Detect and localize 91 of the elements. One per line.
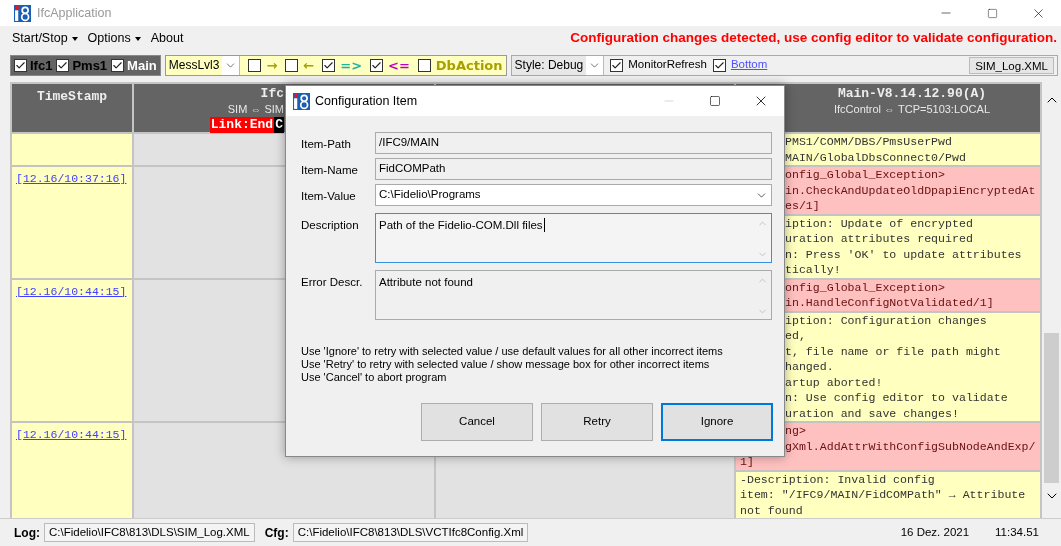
hint-text: Use 'Cancel' to abort program (301, 371, 448, 384)
status-time: 11:34.51 (995, 524, 1039, 540)
dialog-button[interactable]: Cancel (421, 403, 533, 441)
log-line: in.CheckAndUpdateOldDpapiEncryptedAt (785, 182, 1036, 198)
text-area-value: Path of the Fidelio-COM.Dll files (379, 218, 545, 232)
channel-label: Pms1 (72, 58, 108, 72)
dropdown-caret-icon (71, 36, 78, 41)
connection-label: SIM ⇔ SIM (227, 102, 284, 117)
log-line: es/1] (785, 198, 820, 214)
channel-label: Main (127, 58, 157, 72)
log-line: onfig_Global_Exception> (785, 279, 946, 295)
log-line: onfig_Global_Exception> (785, 167, 946, 183)
checkbox[interactable] (111, 58, 125, 72)
field-label: Item-Value (301, 189, 357, 204)
column-title: Ifc (260, 86, 284, 102)
cfg-label: Cfg: (264, 524, 289, 542)
log-line: in.HandleConfigNotValidated/1] (785, 295, 994, 311)
checkbox[interactable] (248, 58, 262, 72)
log-line: ng> (785, 423, 806, 439)
link-status-tag: Link:End (209, 117, 275, 133)
field-label: Item-Path (301, 137, 352, 152)
hint-text: Use 'Retry' to retry with selected value / show message box for other incorrect items (301, 358, 711, 371)
log-line: hanged. (785, 359, 834, 375)
log-label: Log: (14, 524, 40, 542)
log-line: uration and save changes! (785, 405, 959, 421)
checkbox[interactable] (56, 58, 70, 72)
menu-item[interactable]: Options (85, 29, 143, 48)
log-line: gXml.AddAttrWithConfigSubNodeAndExp/ (785, 438, 1036, 454)
timestamp-link[interactable]: [12.16/10:44:15] (16, 284, 127, 298)
app-logo-icon (293, 92, 310, 110)
timestamp-link[interactable]: [12.16/10:44:15] (16, 428, 127, 441)
maximize-icon (709, 95, 721, 107)
style-dropdown[interactable]: Style: Debug (511, 55, 605, 75)
dialog-title: Configuration Item (315, 92, 418, 110)
filter-label: <= (388, 58, 410, 72)
log-line: t, file name or file path might (785, 343, 1001, 359)
log-path-field: C:\Fidelio\IFC8\813\DLS\SIM_Log.XML (44, 522, 255, 543)
field-label: Item-Name (301, 163, 359, 178)
checkbox[interactable] (712, 58, 726, 72)
log-line: artup aborted! (785, 374, 883, 390)
column-title: TimeStamp (36, 88, 108, 106)
log-line: not found (740, 502, 803, 518)
log-line: PMS1/COMM/DBS/PmsUserPwd (785, 134, 952, 150)
log-line: 1] (740, 454, 754, 470)
dropdown-caret-icon (134, 36, 141, 41)
window-title: IfcApplication (37, 4, 112, 22)
alert-message: Configuration changes detected, use config editor to validate configuration. (570, 29, 1057, 48)
filter-label: → (266, 58, 278, 72)
log-file-button[interactable]: SIM_Log.XML (969, 56, 1054, 74)
app-logo-icon (14, 4, 31, 22)
log-line: uration attributes required (785, 231, 973, 247)
filter-label: DbAction (435, 58, 503, 72)
cfg-path-field: C:\Fidelio\IFC8\813\DLS\VCTIfc8Config.Xml (292, 522, 529, 543)
value-combobox[interactable]: C:\Fidelio\Programs (375, 184, 772, 206)
link-status-tag: C (274, 117, 284, 133)
checkbox[interactable] (285, 58, 299, 72)
checkbox[interactable] (14, 58, 27, 72)
filter-label: ← (303, 58, 315, 72)
log-line: iption: Update of encrypted (785, 215, 973, 231)
hint-text: Use 'Ignore' to retry with selected value / use default values for all other incorrect items (301, 345, 724, 358)
channel-label: Ifc1 (30, 58, 53, 72)
log-line: MAIN/GlobalDbsConnect0/Pwd (785, 149, 966, 165)
checkbox[interactable] (610, 58, 624, 72)
option-label: MonitorRefresh (628, 57, 707, 73)
log-line: ed, (785, 328, 806, 344)
checkbox[interactable] (370, 58, 384, 72)
log-line: -Description: Invalid config (740, 471, 935, 487)
field-label: Error Descr. (301, 275, 364, 290)
checkbox[interactable] (417, 58, 431, 72)
field-label: Description (301, 218, 360, 233)
log-line: item: "/IFC9/MAIN/FidCOMPath" → Attribute (740, 487, 1026, 503)
connection-label: IfcControl ⇔ TCP=5103:LOCAL (834, 102, 990, 117)
bottom-link[interactable]: Bottom (730, 56, 768, 74)
readonly-field[interactable]: FidCOMPath (375, 158, 772, 180)
log-line: n: Press 'OK' to update attributes (785, 246, 1022, 262)
log-line: iption: Configuration changes (785, 312, 987, 328)
menu-item[interactable]: About (148, 29, 186, 48)
menu-item[interactable]: Start/Stop (10, 29, 80, 48)
maximize-icon (986, 7, 998, 19)
readonly-field[interactable]: /IFC9/MAIN (375, 132, 772, 154)
text-area-value: Attribute not found (379, 275, 473, 289)
column-title: Main-V8.14.12.90(A) (837, 86, 987, 102)
dialog-button[interactable]: Ignore (661, 403, 773, 441)
checkbox[interactable] (322, 58, 336, 72)
log-line: n: Use config editor to validate (785, 390, 1008, 406)
dialog-button[interactable]: Retry (541, 403, 653, 441)
status-date: 16 Dez. 2021 (900, 524, 970, 540)
log-line: tically! (785, 262, 841, 278)
filter-label: => (340, 58, 363, 72)
scrollbar-thumb[interactable] (1044, 333, 1059, 483)
timestamp-link[interactable]: [12.16/10:37:16] (16, 172, 127, 185)
